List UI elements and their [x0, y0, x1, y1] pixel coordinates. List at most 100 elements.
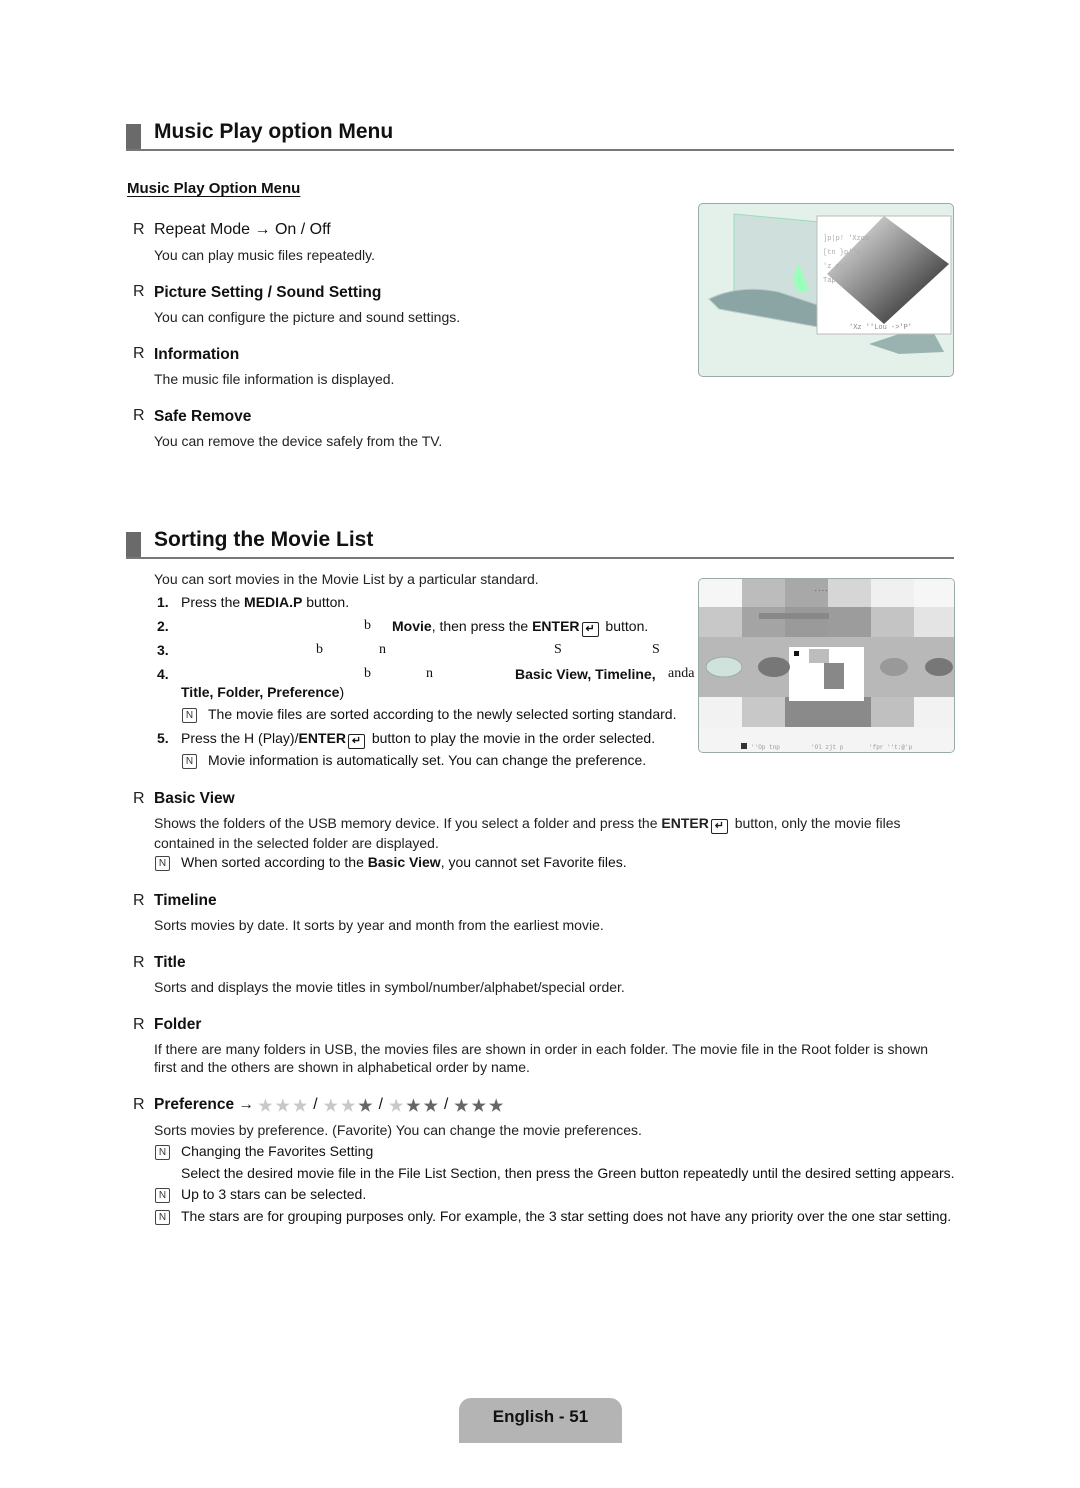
music-menu-screenshot: ]p|p! 'Xzop [tn }p''p 'z zo''n Tap 'Xz '…	[698, 203, 954, 377]
option-desc: Sorts and displays the movie titles in s…	[154, 979, 625, 995]
option-title-folder: Folder	[154, 1016, 202, 1033]
star-filled-icon: ★	[454, 1098, 469, 1115]
step-number: 4.	[157, 666, 169, 682]
step-fragment: anda	[668, 666, 695, 681]
separator: /	[313, 1096, 318, 1113]
note-post: , you cannot set Favorite files.	[440, 854, 627, 870]
note-bold: Basic View	[367, 854, 441, 870]
item-title-repeat-mode: Repeat Mode → On / Off	[154, 221, 331, 238]
svg-text:'Xz ''Lou ->'P': 'Xz ''Lou ->'P'	[849, 324, 912, 332]
item-desc: You can remove the device safely from th…	[154, 433, 443, 449]
svg-text:[tn }p''p: [tn }p''p	[823, 249, 861, 257]
star-group-3: ★ ★ ★	[454, 1096, 506, 1116]
step-fragment: b	[316, 642, 323, 657]
desc-pre: Shows the folders of the USB memory devi…	[154, 815, 662, 831]
media-p-key: MEDIA.P	[244, 594, 303, 610]
step-text-post: button.	[601, 618, 649, 634]
music-menu-illustration: ]p|p! 'Xzop [tn }p''p 'z zo''n Tap 'Xz '…	[708, 213, 952, 354]
step-text-post: )	[339, 684, 345, 700]
option-desc: Sorts movies by date. It sorts by year a…	[154, 917, 604, 933]
star-filled-icon: ★	[471, 1098, 486, 1115]
bullet-r: R	[133, 345, 145, 362]
item-title-information: Information	[154, 346, 240, 363]
note-text: The stars are for grouping purposes only…	[181, 1208, 952, 1224]
bullet-r: R	[133, 1016, 145, 1033]
step-text: Press the H (Play)/ENTER ↵ button to play…	[181, 730, 655, 749]
bullet-r: R	[133, 892, 145, 909]
enter-key: ENTER	[661, 815, 709, 831]
svg-text:....: ....	[814, 586, 828, 593]
option-title-title: Title	[154, 954, 186, 971]
option-title-timeline: Timeline	[154, 892, 217, 909]
sort-options-inline: Title, Folder, Preference	[181, 684, 340, 700]
svg-text:'fpr ''t:@'p: 'fpr ''t:@'p	[869, 744, 913, 751]
bullet-r: R	[133, 790, 145, 807]
note-pre: When sorted according to the	[181, 854, 368, 870]
star-empty-icon: ★	[323, 1098, 338, 1115]
section-header-music-play: Music Play option Menu	[126, 120, 954, 151]
step-text: Movie, then press the ENTER ↵ button.	[392, 618, 648, 637]
note-text: The movie files are sorted according to …	[208, 706, 677, 722]
note-text: Changing the Favorites Setting	[181, 1143, 374, 1159]
star-empty-icon: ★	[258, 1098, 273, 1115]
separator: /	[378, 1096, 383, 1113]
option-desc: If there are many folders in USB, the mo…	[154, 1041, 929, 1075]
option-desc: Shows the folders of the USB memory devi…	[154, 814, 934, 852]
note-text: Movie information is automatically set. …	[208, 752, 647, 768]
star-group-0: ★ ★ ★	[258, 1096, 310, 1116]
section-header-sorting: Sorting the Movie List	[126, 528, 954, 559]
note-icon: N	[182, 754, 197, 769]
note-icon: N	[155, 856, 170, 871]
intro-text: You can sort movies in the Movie List by…	[154, 571, 539, 587]
bullet-r: R	[133, 407, 145, 424]
section-rule	[126, 557, 954, 559]
step-text-line2: Title, Folder, Preference)	[181, 684, 344, 700]
enter-icon: ↵	[710, 819, 728, 834]
step-number: 5.	[157, 730, 169, 746]
svg-text:'z zo''n: 'z zo''n	[823, 263, 857, 271]
movie-list-illustration: ''Op tnp 'Ol zjt p 'fpr ''t:@'p ....	[699, 579, 954, 752]
bullet-r: R	[133, 1096, 145, 1113]
svg-text:]p|p! 'Xzop: ]p|p! 'Xzop	[823, 235, 869, 243]
svg-text:''Op tnp: ''Op tnp	[751, 744, 780, 751]
star-empty-icon: ★	[275, 1098, 290, 1115]
option-title-preference: Preference → ★ ★ ★ / ★ ★ ★ / ★ ★ ★ / ★ ★ ★	[154, 1096, 506, 1116]
step-number: 1.	[157, 594, 169, 610]
step-number: 3.	[157, 642, 169, 658]
star-empty-icon: ★	[340, 1098, 356, 1115]
item-title-safe-remove: Safe Remove	[154, 408, 252, 425]
star-group-2: ★ ★ ★	[389, 1096, 441, 1116]
section-bar	[126, 124, 141, 150]
note-icon: N	[155, 1210, 170, 1225]
step-fragment: n	[379, 642, 386, 657]
enter-key: ENTER	[532, 618, 580, 634]
star-filled-icon: ★	[488, 1098, 504, 1115]
section-title: Sorting the Movie List	[154, 528, 374, 551]
enter-icon: ↵	[581, 622, 599, 637]
step-text: Press the MEDIA.P button.	[181, 594, 349, 610]
step-text-pre: Press the	[181, 594, 245, 610]
note-subtext: Select the desired movie file in the Fil…	[181, 1165, 955, 1181]
separator: /	[443, 1096, 449, 1113]
star-empty-icon: ★	[388, 1098, 404, 1115]
movie-list-screenshot: ''Op tnp 'Ol zjt p 'fpr ''t:@'p ....	[698, 578, 955, 753]
step-number: 2.	[157, 618, 169, 634]
step-fragment: n	[426, 666, 433, 681]
option-desc: Sorts movies by preference. (Favorite) Y…	[154, 1122, 642, 1138]
subheading: Music Play Option Menu	[127, 180, 301, 197]
step-text-post: , then press the	[431, 618, 533, 634]
enter-icon: ↵	[347, 734, 365, 749]
sort-options-inline: Basic View, Timeline,	[515, 666, 656, 682]
item-desc: You can play music files repeatedly.	[154, 247, 376, 263]
note-icon: N	[182, 708, 197, 723]
option-title-basic-view: Basic View	[154, 790, 235, 807]
star-rating-levels: ★ ★ ★ / ★ ★ ★ / ★ ★ ★ / ★ ★ ★	[258, 1096, 506, 1116]
step-text-post: button to play the movie in the order se…	[367, 730, 656, 746]
item-desc: The music file information is displayed.	[154, 371, 395, 387]
step-fragment: S	[554, 642, 562, 657]
bullet-r: R	[133, 221, 145, 238]
step-fragment: S	[652, 642, 660, 657]
star-empty-icon: ★	[292, 1098, 308, 1115]
star-group-1: ★ ★ ★	[324, 1096, 376, 1116]
page-number-tab: English - 51	[459, 1398, 622, 1443]
